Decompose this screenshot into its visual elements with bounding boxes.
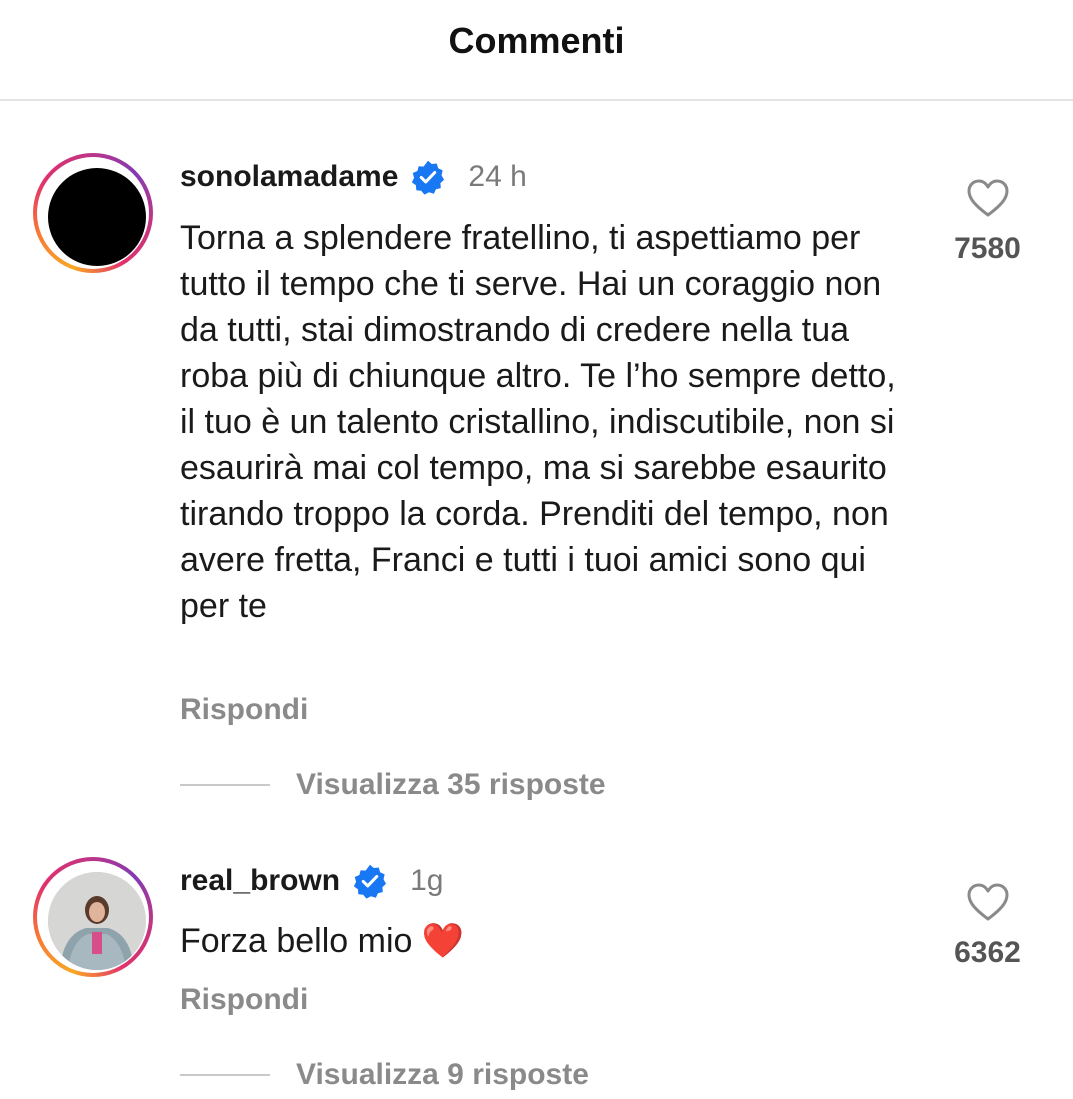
view-replies-button[interactable]: Visualizza 9 risposte — [180, 1058, 589, 1092]
avatar-image — [48, 168, 146, 266]
like-section: 6362 — [940, 882, 1035, 970]
avatar[interactable] — [33, 153, 153, 273]
like-section: 7580 — [940, 178, 1035, 266]
reply-button[interactable]: Rispondi — [180, 693, 308, 727]
verified-badge-icon — [353, 864, 387, 899]
header: Commenti — [0, 0, 1073, 101]
heart-icon[interactable] — [966, 178, 1010, 218]
avatar-image — [48, 872, 146, 970]
comment-time: 1g — [410, 864, 444, 897]
comment-meta: real_brown 1g — [180, 861, 443, 901]
person-photo-icon — [48, 872, 146, 970]
replies-divider — [180, 1074, 270, 1076]
page-title: Commenti — [448, 20, 625, 61]
comment-text: Forza bello mio ❤️ — [180, 922, 465, 960]
view-replies-label: Visualizza 9 risposte — [296, 1058, 589, 1091]
comment-text: Torna a splendere fratellino, ti aspetti… — [180, 219, 896, 625]
comment-meta: sonolamadame 24 h — [180, 157, 527, 197]
reply-button[interactable]: Rispondi — [180, 983, 308, 1017]
like-count: 7580 — [954, 232, 1021, 265]
username[interactable]: real_brown — [180, 864, 340, 898]
verified-badge-icon — [412, 160, 445, 195]
view-replies-label: Visualizza 35 risposte — [296, 768, 606, 801]
view-replies-button[interactable]: Visualizza 35 risposte — [180, 768, 606, 802]
comment-time: 24 h — [468, 160, 527, 193]
username[interactable]: sonolamadame — [180, 160, 398, 194]
heart-icon[interactable] — [966, 882, 1010, 922]
avatar[interactable] — [33, 857, 153, 977]
like-count: 6362 — [954, 936, 1021, 969]
replies-divider — [180, 784, 270, 786]
